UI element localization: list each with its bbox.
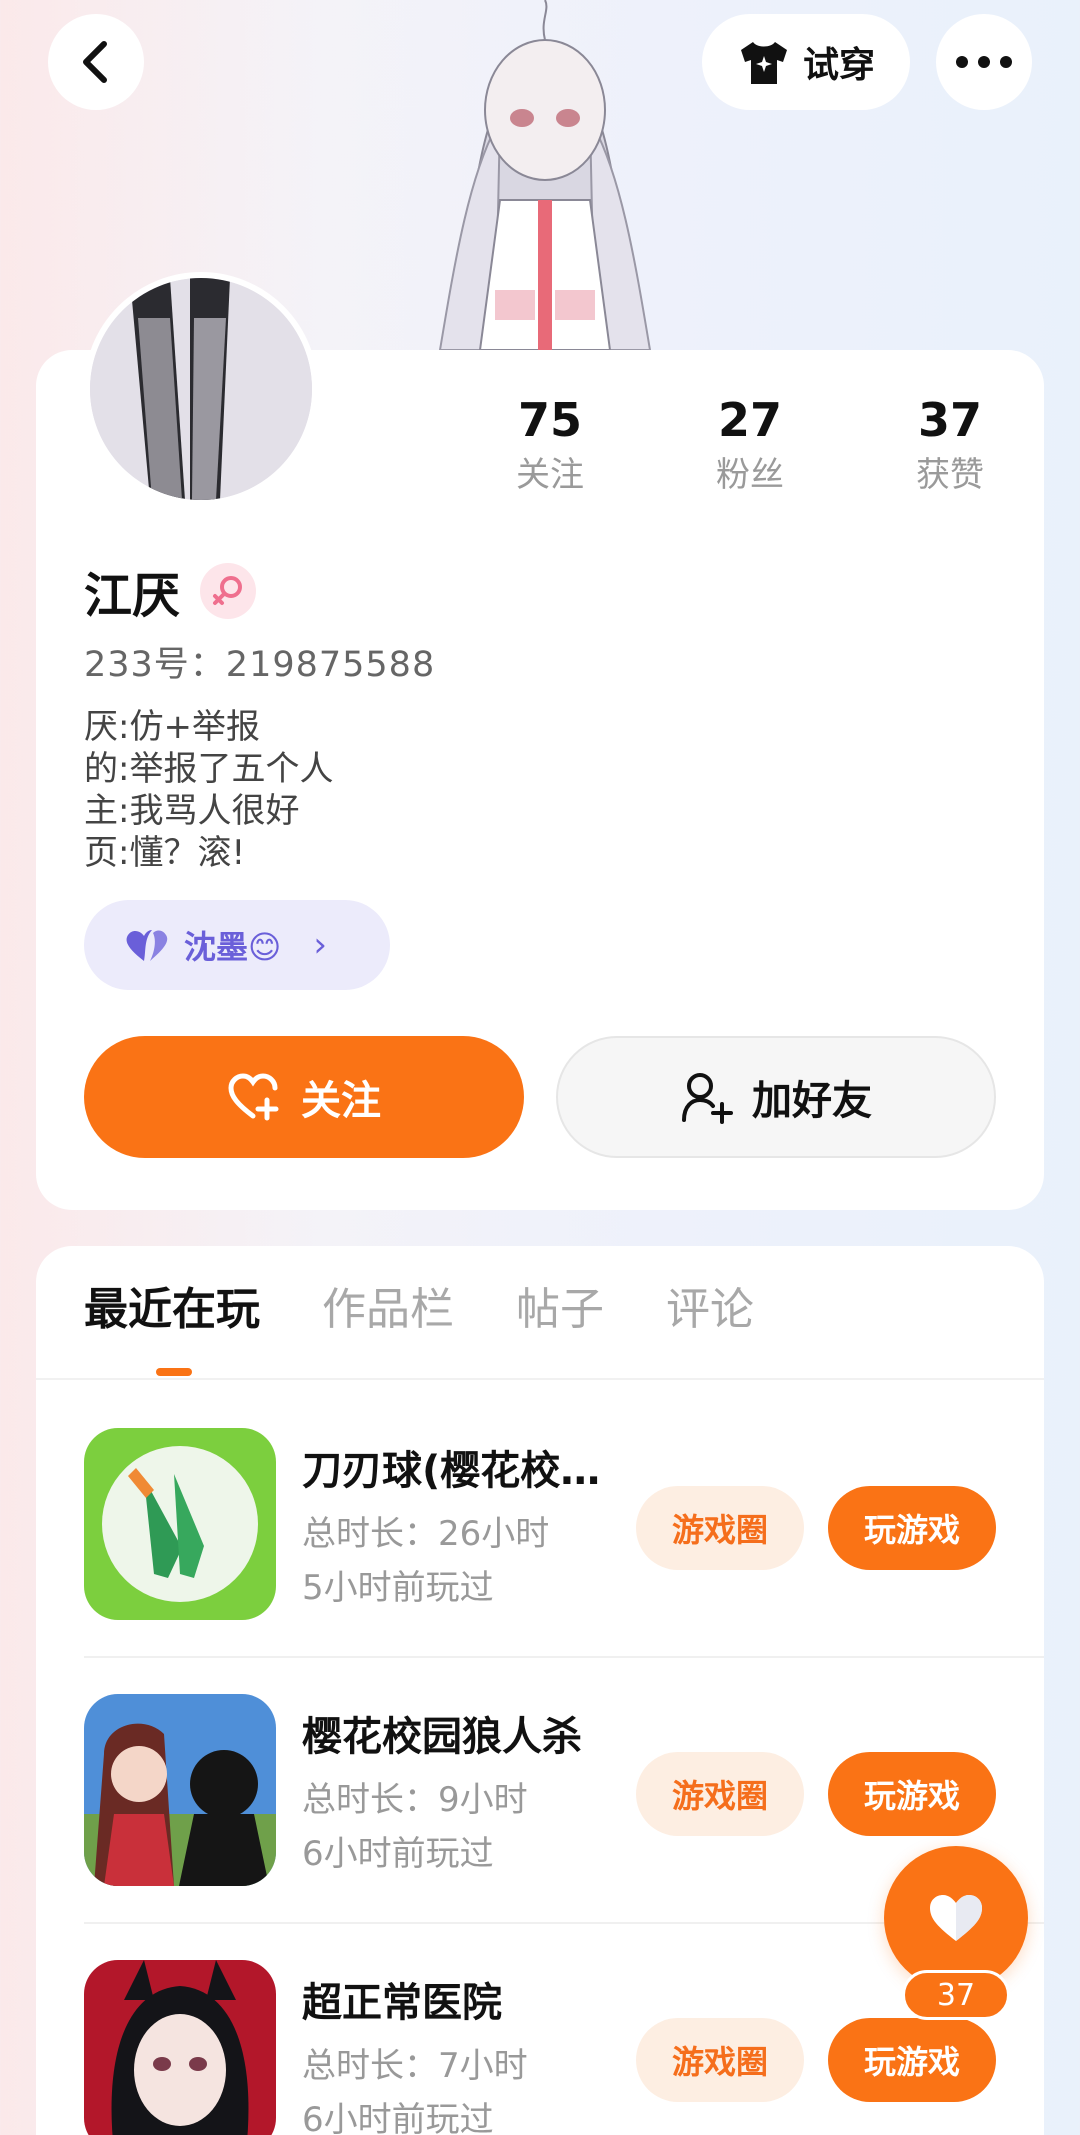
following-stat[interactable]: 75 关注 — [450, 390, 650, 500]
more-button[interactable] — [936, 14, 1032, 110]
bio-line: 页:懂？滚! — [84, 833, 246, 873]
row-divider — [84, 1656, 1044, 1658]
game-playtime: 总时长：26小时 — [302, 1514, 550, 1554]
game-last-played: 5小时前玩过 — [302, 1568, 494, 1608]
tab-works[interactable]: 作品栏 — [322, 1280, 454, 1340]
game-icon — [84, 1960, 276, 2135]
follow-label: 关注 — [301, 1078, 381, 1124]
play-game-button[interactable]: 玩游戏 — [828, 2018, 996, 2102]
game-title: 刀刃球(樱花校… — [302, 1448, 601, 1494]
chevron-right-icon: › — [313, 925, 327, 965]
try-on-button[interactable]: 试穿 — [702, 14, 910, 110]
more-horizontal-icon — [956, 56, 1012, 68]
bio-line: 厌:仿+举报 — [84, 707, 260, 747]
back-button[interactable] — [48, 14, 144, 110]
try-on-label: 试穿 — [802, 45, 875, 86]
chevron-left-icon — [83, 41, 107, 83]
heart-icon — [930, 1895, 982, 1941]
followers-count: 27 — [717, 393, 782, 447]
game-last-played: 6小时前玩过 — [302, 1834, 494, 1874]
likes-label: 获赞 — [916, 455, 984, 495]
game-icon — [84, 1428, 276, 1620]
game-icon — [84, 1694, 276, 1886]
avatar-image — [90, 278, 312, 500]
game-title: 樱花校园狼人杀 — [302, 1714, 582, 1760]
tab-posts[interactable]: 帖子 — [516, 1280, 604, 1340]
profile-tabs: 最近在玩 作品栏 帖子 评论 — [84, 1280, 754, 1340]
add-friend-button[interactable]: 加好友 — [556, 1036, 996, 1158]
likes-count: 37 — [917, 393, 982, 447]
game-list-item[interactable]: 超正常医院 总时长：7小时 6小时前玩过 游戏圈 玩游戏 — [84, 1960, 1044, 2135]
following-label: 关注 — [516, 455, 584, 495]
game-last-played: 6小时前玩过 — [302, 2100, 494, 2135]
avatar[interactable] — [84, 272, 318, 506]
relationship-chip[interactable]: 沈墨😊 › — [84, 900, 390, 990]
play-game-button[interactable]: 玩游戏 — [828, 1486, 996, 1570]
heart-plus-icon — [228, 1073, 279, 1121]
user-name: 江厌 — [84, 568, 181, 624]
add-friend-label: 加好友 — [752, 1078, 872, 1124]
following-count: 75 — [517, 393, 582, 447]
game-circle-button[interactable]: 游戏圈 — [636, 1752, 804, 1836]
character-illustration — [438, 0, 652, 350]
follow-button[interactable]: 关注 — [84, 1036, 524, 1158]
relationship-label: 沈墨😊 — [184, 928, 282, 966]
gender-badge — [200, 563, 257, 619]
shirt-icon — [740, 42, 787, 84]
stats-row: 75 关注 27 粉丝 37 获赞 — [450, 390, 1050, 500]
tab-comments[interactable]: 评论 — [666, 1280, 754, 1340]
name-row: 江厌 — [84, 556, 257, 626]
play-game-button[interactable]: 玩游戏 — [828, 1752, 996, 1836]
game-circle-button[interactable]: 游戏圈 — [636, 1486, 804, 1570]
followers-stat[interactable]: 27 粉丝 — [650, 390, 850, 500]
game-list-item[interactable]: 刀刃球(樱花校… 总时长：26小时 5小时前玩过 游戏圈 玩游戏 — [84, 1428, 1044, 1694]
floating-like-button[interactable] — [884, 1846, 1028, 1990]
followers-label: 粉丝 — [716, 455, 784, 495]
game-playtime: 总时长：9小时 — [302, 1780, 528, 1820]
bio-line: 的:举报了五个人 — [84, 749, 334, 789]
game-circle-button[interactable]: 游戏圈 — [636, 2018, 804, 2102]
game-playtime: 总时长：7小时 — [302, 2046, 528, 2086]
female-icon — [213, 576, 243, 605]
tabs-divider — [36, 1378, 1044, 1380]
heart-pair-icon — [126, 930, 168, 961]
bio-line: 主:我骂人很好 — [84, 791, 300, 831]
user-id: 233号：219875588 — [84, 645, 436, 685]
tab-recent-play[interactable]: 最近在玩 — [84, 1280, 260, 1340]
floating-like-count: 37 — [902, 1970, 1010, 2020]
user-plus-icon — [682, 1073, 733, 1124]
likes-stat[interactable]: 37 获赞 — [850, 390, 1050, 500]
user-bio: 厌:仿+举报 的:举报了五个人 主:我骂人很好 页:懂？滚! — [84, 706, 333, 874]
game-title: 超正常医院 — [302, 1980, 502, 2026]
active-tab-indicator — [156, 1368, 192, 1376]
